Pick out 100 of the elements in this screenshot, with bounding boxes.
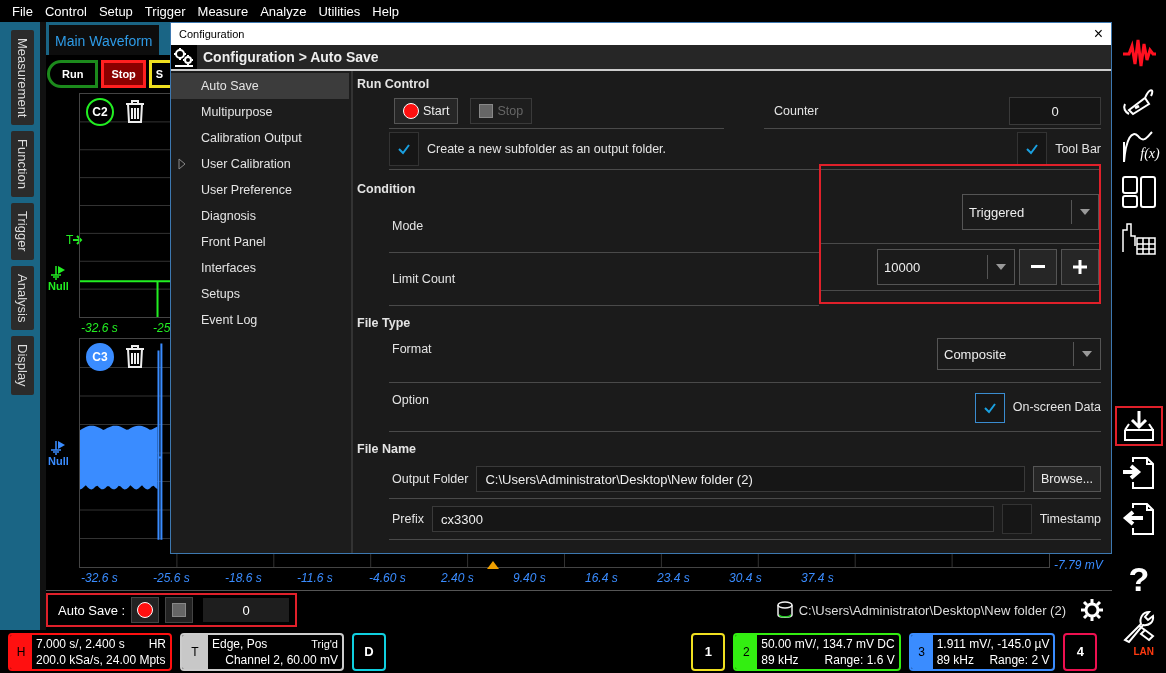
check-icon — [397, 143, 411, 155]
checkbox-label: Create a new subfolder as an output folder. — [427, 142, 667, 156]
section-title: Run Control — [357, 76, 431, 93]
counter-field: 0 — [1009, 97, 1101, 125]
counter-label: Counter — [774, 104, 819, 118]
time-axis-label: -18.6 s — [224, 571, 263, 585]
trigger-info-panel[interactable]: T Edge, Pos Trig'd Channel 2, 60.00 mV — [180, 632, 344, 671]
channel-scale: 1.911 mV/, -145.0 µV — [936, 636, 1050, 651]
side-tab[interactable]: Function — [11, 131, 34, 198]
menu-item[interactable]: Control — [44, 3, 87, 19]
checkbox[interactable] — [1017, 132, 1048, 166]
side-tab[interactable]: Trigger — [11, 203, 34, 261]
nav-item[interactable]: User Preference — [171, 177, 351, 203]
ground-marker-icon[interactable] — [50, 439, 67, 456]
minus-icon — [1031, 265, 1045, 269]
counter-field: 0 — [203, 598, 290, 622]
nav-item[interactable]: Multipurpose — [171, 99, 351, 125]
time-axis-label: -32.6 s — [80, 571, 119, 585]
nav-item[interactable]: User Calibration — [171, 151, 351, 177]
nav-item[interactable]: Setups — [171, 281, 351, 307]
run-button[interactable]: Run — [47, 60, 99, 88]
function-button[interactable]: f(x) — [1115, 126, 1163, 166]
settings-icon[interactable] — [1080, 598, 1104, 622]
time-axis-label: 2.40 s — [440, 571, 475, 585]
checkbox-label: Timestamp — [1039, 512, 1101, 526]
stop-button[interactable] — [165, 597, 194, 623]
channel-bandwidth: 89 kHz — [936, 652, 975, 667]
format-dropdown[interactable]: Composite — [937, 338, 1101, 370]
channel-button[interactable]: 4 — [1063, 632, 1098, 671]
side-tab[interactable]: Display — [11, 336, 34, 396]
menu-item[interactable]: Trigger — [144, 3, 186, 19]
checkbox[interactable] — [1001, 504, 1032, 534]
main-waveform-tab[interactable]: Main Waveform — [49, 25, 159, 55]
download-tray-icon[interactable] — [1115, 406, 1163, 446]
offset-label: Null — [48, 280, 69, 292]
acquisition-mode: HR — [148, 636, 166, 651]
trigger-source: Channel 2, 60.00 mV — [224, 652, 338, 667]
mode-dropdown[interactable]: Triggered — [962, 194, 1099, 230]
channel-range: Range: 2 V — [989, 652, 1050, 667]
field-label: Limit Count — [392, 272, 456, 286]
time-axis-label: 9.40 s — [512, 571, 547, 585]
trash-icon[interactable] — [124, 98, 146, 124]
section-title: Condition — [357, 181, 417, 198]
checkbox[interactable] — [974, 393, 1005, 423]
menu-item[interactable]: Help — [372, 3, 400, 19]
section-title: File Name — [357, 441, 418, 458]
trash-icon[interactable] — [124, 343, 146, 369]
output-path: C:\Users\Administrator\Desktop\New folder (2) — [798, 602, 1066, 618]
time-axis-label: 23.4 s — [656, 571, 691, 585]
output-folder-field[interactable]: C:\Users\Administrator\Desktop\New folder (2) — [476, 466, 1025, 492]
nav-item[interactable]: Front Panel — [171, 229, 351, 255]
gears-icon — [173, 47, 195, 67]
menu-item[interactable]: Utilities — [318, 3, 361, 19]
menu-item[interactable]: Setup — [98, 3, 133, 19]
nav-item[interactable]: Interfaces — [171, 255, 351, 281]
offset-reading: -7.79 mV — [1054, 558, 1103, 572]
field-label: Output Folder — [392, 472, 469, 486]
field-label: Format — [392, 342, 432, 356]
nav-item[interactable]: Auto Save — [171, 73, 349, 99]
time-axis-label: 16.4 s — [584, 571, 619, 585]
expand-arrow-icon[interactable] — [178, 158, 186, 170]
section-title: File Type — [357, 315, 412, 332]
minus-button[interactable] — [1019, 249, 1057, 285]
field-label: Option — [392, 393, 429, 407]
trigger-position-icon — [486, 561, 499, 569]
time-axis-label: -11.6 s — [296, 571, 334, 585]
time-axis-label: -25.6 s — [152, 571, 191, 585]
plus-icon — [1073, 260, 1087, 274]
menu-item[interactable]: File — [12, 3, 33, 19]
limit-count-combo[interactable]: 10000 — [877, 249, 1015, 285]
prefix-field[interactable]: cx3300 — [431, 506, 994, 532]
stop-button[interactable]: Stop — [101, 60, 146, 88]
help-button[interactable]: ? — [1115, 558, 1163, 600]
dialog-title: Configuration — [179, 28, 245, 40]
auto-save-label: Auto Save : — [58, 602, 126, 618]
digital-button[interactable]: D — [352, 632, 386, 671]
nav-item[interactable]: Diagnosis — [171, 203, 351, 229]
channel-button[interactable]: 1 — [691, 632, 726, 671]
checkbox-label: On-screen Data — [1012, 400, 1101, 414]
database-icon — [776, 601, 793, 619]
offset-label: Null — [48, 455, 69, 468]
check-icon — [982, 402, 997, 414]
menu-item[interactable]: Analyze — [260, 3, 307, 19]
side-tab[interactable]: Measurement — [11, 30, 34, 126]
trigger-state: Trig'd — [311, 636, 338, 651]
close-button[interactable]: × — [1093, 25, 1103, 43]
nav-item[interactable]: Calibration Output — [171, 125, 351, 151]
checkbox[interactable] — [389, 132, 419, 166]
browse-button[interactable]: Browse... — [1033, 466, 1101, 492]
ground-marker-icon[interactable] — [50, 264, 67, 280]
caret-icon — [996, 264, 1006, 270]
time-axis-label: 37.4 s — [800, 571, 835, 585]
field-label: Mode — [392, 219, 424, 233]
menu-item[interactable]: Measure — [197, 3, 249, 19]
side-tab[interactable]: Analysis — [11, 266, 34, 331]
start-button[interactable]: Start — [394, 98, 459, 124]
plus-button[interactable] — [1061, 249, 1099, 285]
record-button[interactable] — [131, 597, 160, 623]
channel-badge[interactable]: C2 — [86, 98, 114, 126]
network-status: LAN — [1133, 646, 1154, 657]
